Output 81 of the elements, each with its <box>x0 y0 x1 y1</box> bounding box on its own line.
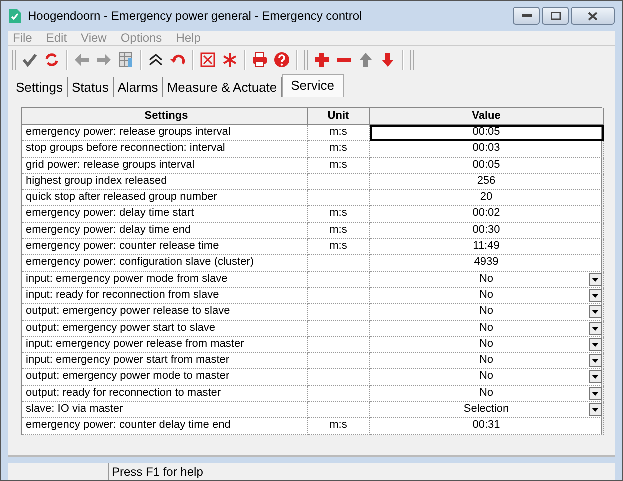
down-arrow-icon[interactable] <box>380 52 396 68</box>
table-cell: stop groups before reconnection: interval <box>22 141 308 158</box>
table-cell: input: emergency power start from master <box>22 353 308 370</box>
table-cell: m:s <box>308 125 370 142</box>
maximize-button[interactable] <box>542 7 569 25</box>
table-cell: emergency power: delay time end <box>22 222 308 240</box>
column-header[interactable]: Value <box>370 108 604 125</box>
table-cell <box>308 369 370 386</box>
up-arrow-icon[interactable] <box>358 52 374 68</box>
table-cell: m:s <box>308 239 370 256</box>
asterisk-icon[interactable] <box>222 52 238 68</box>
value-cell[interactable]: 4939 <box>370 255 604 272</box>
column-header[interactable]: Settings <box>22 108 308 125</box>
table-cell: emergency power: counter delay time end <box>22 418 308 435</box>
table-cell: m:s <box>308 418 370 435</box>
cross-box-icon[interactable] <box>200 52 216 68</box>
table-cell: input: emergency power release from master <box>22 336 308 354</box>
value-cell[interactable]: No <box>370 288 604 304</box>
value-cell[interactable]: 00:03 <box>370 141 604 158</box>
table-cell: m:s <box>308 206 370 223</box>
table-cell: output: emergency power start to slave <box>22 320 308 337</box>
table-cell <box>308 272 370 288</box>
window-title: Hoogendoorn - Emergency power general - Emergency control <box>28 9 364 23</box>
table-cell <box>308 336 370 354</box>
value-cell[interactable]: 00:31 <box>370 418 604 435</box>
table-cell: emergency power: release groups interval <box>22 125 308 142</box>
value-cell[interactable]: No <box>370 304 604 321</box>
value-cell[interactable]: 00:05 <box>370 125 604 142</box>
table-cell <box>308 174 370 190</box>
close-button[interactable] <box>571 7 615 25</box>
value-cell[interactable]: 00:02 <box>370 206 604 223</box>
table-cell <box>308 190 370 206</box>
table-cell: m:s <box>308 158 370 174</box>
table-cell <box>308 386 370 402</box>
table-cell <box>308 320 370 337</box>
table-cell: output: ready for reconnection to master <box>22 386 308 402</box>
table-cell: m:s <box>308 222 370 240</box>
grid-icon[interactable] <box>118 52 134 68</box>
minimize-button[interactable] <box>513 7 540 25</box>
status-text: Press F1 for help <box>111 464 204 480</box>
table-cell: highest group index released <box>22 174 308 190</box>
table-cell <box>308 288 370 304</box>
table-cell: emergency power: configuration slave (cluster) <box>22 255 308 272</box>
minimize-icon <box>522 14 532 18</box>
table-cell <box>308 255 370 272</box>
table-cell <box>308 304 370 321</box>
value-cell[interactable]: No <box>370 386 604 402</box>
printer-icon[interactable] <box>252 52 268 68</box>
help-icon[interactable] <box>274 52 290 68</box>
value-cell[interactable]: No <box>370 353 604 370</box>
checkmark-icon[interactable] <box>22 52 38 68</box>
table-cell: output: emergency power release to slave <box>22 304 308 321</box>
refresh-icon[interactable] <box>44 52 60 68</box>
value-cell[interactable]: 00:05 <box>370 158 604 174</box>
table-cell: quick stop after released group number <box>22 190 308 206</box>
maximize-icon <box>550 12 560 20</box>
table-cell: emergency power: counter release time <box>22 239 308 256</box>
table-cell: emergency power: delay time start <box>22 206 308 223</box>
value-cell[interactable]: No <box>370 320 604 337</box>
table-cell: grid power: release groups interval <box>22 158 308 174</box>
table-cell: output: emergency power mode to master <box>22 369 308 386</box>
value-cell[interactable]: 20 <box>370 190 604 206</box>
table-cell: input: ready for reconnection from slave <box>22 288 308 304</box>
table-cell <box>308 353 370 370</box>
close-icon <box>588 12 598 20</box>
value-cell[interactable]: Selection <box>370 402 604 418</box>
table-cell: input: emergency power mode from slave <box>22 272 308 288</box>
plus-icon[interactable] <box>314 52 330 68</box>
table-cell: slave: IO via master <box>22 402 308 418</box>
column-header[interactable]: Unit <box>308 108 370 125</box>
value-cell[interactable]: 256 <box>370 174 604 190</box>
value-cell[interactable]: No <box>370 272 604 288</box>
tab[interactable]: Service <box>282 74 344 98</box>
value-cell[interactable]: No <box>370 369 604 386</box>
value-cell[interactable]: 11:49 <box>370 239 604 256</box>
value-cell[interactable]: No <box>370 336 604 354</box>
table-cell: m:s <box>308 141 370 158</box>
value-cell[interactable]: 00:30 <box>370 222 604 240</box>
app-icon <box>8 8 22 24</box>
double-chevron-up-icon[interactable] <box>148 52 164 68</box>
table-cell <box>308 402 370 418</box>
